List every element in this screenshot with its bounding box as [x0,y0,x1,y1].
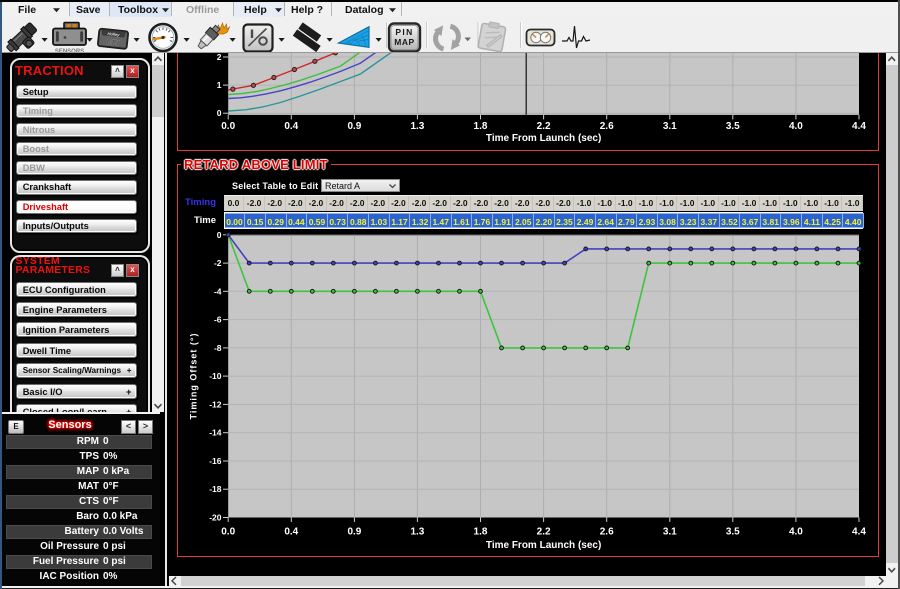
svg-text:0: 0 [216,108,221,118]
svg-text:-20: -20 [209,513,222,523]
svg-text:-18: -18 [209,484,222,494]
svg-text:-12: -12 [209,399,222,409]
svg-text:1.8: 1.8 [473,527,487,538]
svg-text:2.2: 2.2 [536,121,550,132]
svg-text:-10: -10 [209,371,222,381]
svg-text:EFI: EFI [106,37,120,47]
svg-text:4.0: 4.0 [788,527,802,538]
svg-text:-4: -4 [213,286,221,296]
svg-text:2.6: 2.6 [599,527,613,538]
svg-text:3.1: 3.1 [662,121,676,132]
svg-text:0.4: 0.4 [284,527,298,538]
svg-text:MAP: MAP [394,37,414,47]
svg-text:1.3: 1.3 [410,121,424,132]
svg-text:-6: -6 [213,315,221,325]
svg-text:3.5: 3.5 [725,121,739,132]
svg-text:0.4: 0.4 [284,121,298,132]
svg-text:PIN: PIN [395,27,413,37]
svg-text:-2: -2 [213,258,221,268]
svg-text:0.0: 0.0 [221,121,235,132]
svg-text:1.8: 1.8 [473,121,487,132]
svg-text:0: 0 [216,230,221,240]
svg-text:4.4: 4.4 [852,527,866,538]
svg-text:2.6: 2.6 [599,121,613,132]
svg-text:-16: -16 [209,456,222,466]
svg-text:4.4: 4.4 [852,121,866,132]
svg-text:Timing Offset (°): Timing Offset (°) [188,333,198,420]
svg-text:4.0: 4.0 [788,121,802,132]
svg-text:-8: -8 [213,343,221,353]
svg-text:3.5: 3.5 [725,527,739,538]
svg-text:-14: -14 [209,428,222,438]
svg-text:0.0: 0.0 [221,527,235,538]
svg-text:1: 1 [216,80,221,90]
svg-text:2.2: 2.2 [536,527,550,538]
svg-text:0.9: 0.9 [347,121,361,132]
svg-text:Time From Launch (sec): Time From Launch (sec) [485,540,600,551]
svg-text:1.3: 1.3 [410,527,424,538]
svg-text:3.1: 3.1 [662,527,676,538]
svg-text:0.9: 0.9 [347,527,361,538]
svg-text:2: 2 [216,53,221,62]
svg-text:Time From Launch (sec): Time From Launch (sec) [485,133,600,144]
